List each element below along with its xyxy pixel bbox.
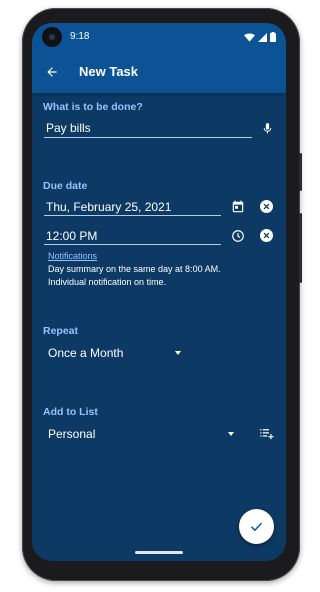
- notification-summary-text: Day summary on the same day at 8:00 AM.: [48, 264, 221, 274]
- due-date-field[interactable]: Thu, February 25, 2021: [46, 200, 171, 214]
- wifi-icon: [244, 32, 255, 42]
- status-icons: [244, 31, 276, 43]
- calendar-icon: [232, 200, 244, 213]
- volume-button: [299, 213, 302, 283]
- playlist-add-icon: [259, 428, 273, 439]
- clock-icon: [232, 230, 244, 242]
- task-input-underline: [44, 137, 252, 138]
- task-label: What is to be done?: [43, 101, 143, 113]
- notification-individual-text: Individual notification on time.: [48, 277, 167, 287]
- task-input[interactable]: Pay bills: [46, 121, 91, 135]
- chevron-down-icon: [175, 351, 181, 355]
- list-selected-value: Personal: [48, 427, 96, 441]
- due-time-field[interactable]: 12:00 PM: [46, 229, 97, 243]
- chevron-down-icon: [228, 432, 234, 436]
- due-date-underline: [44, 215, 221, 216]
- status-time: 9:18: [70, 31, 90, 42]
- clear-icon: [263, 203, 270, 210]
- clear-time-button[interactable]: [260, 229, 273, 242]
- clear-date-button[interactable]: [260, 200, 273, 213]
- signal-icon: [258, 32, 267, 42]
- save-task-button[interactable]: [239, 509, 274, 544]
- time-picker-button[interactable]: [229, 227, 247, 245]
- battery-icon: [270, 32, 276, 42]
- repeat-selected-value: Once a Month: [48, 346, 124, 360]
- add-list-button[interactable]: [257, 425, 275, 441]
- repeat-label: Repeat: [43, 325, 79, 337]
- voice-input-button[interactable]: [258, 119, 276, 137]
- check-icon: [250, 522, 263, 532]
- arrow-back-icon: [47, 67, 57, 77]
- app-screen: 9:18 New Task What is to be done? Pay bi…: [32, 23, 286, 561]
- notifications-link[interactable]: Notifications: [48, 251, 97, 261]
- due-time-underline: [44, 244, 221, 245]
- due-date-label: Due date: [43, 180, 88, 192]
- gesture-bar[interactable]: [135, 551, 183, 554]
- power-button: [299, 153, 302, 191]
- status-bar: 9:18: [32, 23, 286, 51]
- microphone-icon: [263, 122, 271, 133]
- app-bar: New Task: [32, 51, 286, 93]
- calendar-button[interactable]: [229, 198, 247, 216]
- back-button[interactable]: [40, 60, 64, 84]
- page-title: New Task: [79, 64, 139, 79]
- front-camera: [44, 29, 60, 45]
- list-label: Add to List: [43, 406, 98, 418]
- clear-icon: [263, 232, 270, 239]
